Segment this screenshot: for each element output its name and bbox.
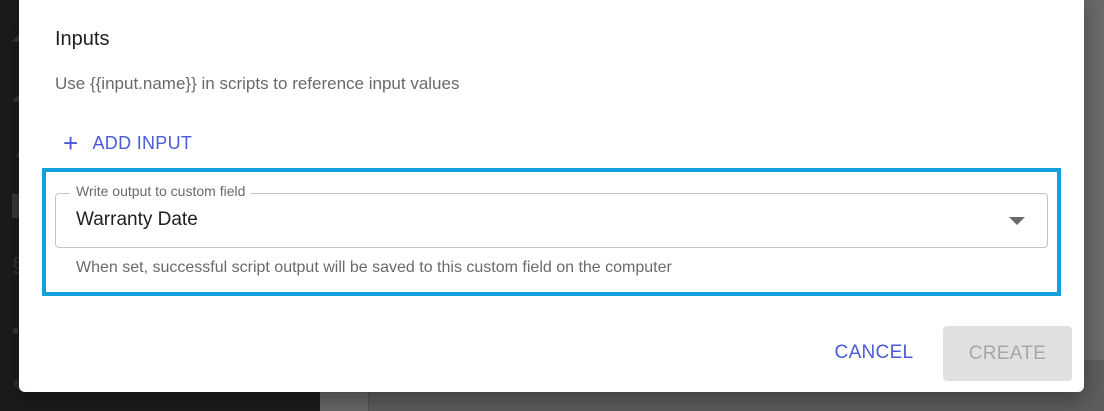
cancel-button[interactable]: CANCEL (819, 334, 929, 372)
chevron-down-icon (1009, 217, 1025, 225)
inputs-section-title: Inputs (55, 28, 110, 50)
create-button: CREATE (943, 326, 1072, 381)
plus-icon: + (63, 128, 79, 158)
inputs-help-text: Use {{input.name}} in scripts to referen… (55, 74, 460, 93)
add-input-button[interactable]: + ADD INPUT (59, 126, 196, 160)
custom-field-value: Warranty Date (76, 209, 198, 230)
custom-field-helper-text: When set, successful script output will … (76, 259, 672, 276)
add-input-label: ADD INPUT (92, 132, 193, 153)
custom-field-select[interactable]: Write output to custom field Warranty Da… (55, 183, 1048, 248)
create-script-dialog: Inputs Use {{input.name}} in scripts to … (19, 0, 1084, 392)
custom-field-label: Write output to custom field (70, 183, 252, 199)
